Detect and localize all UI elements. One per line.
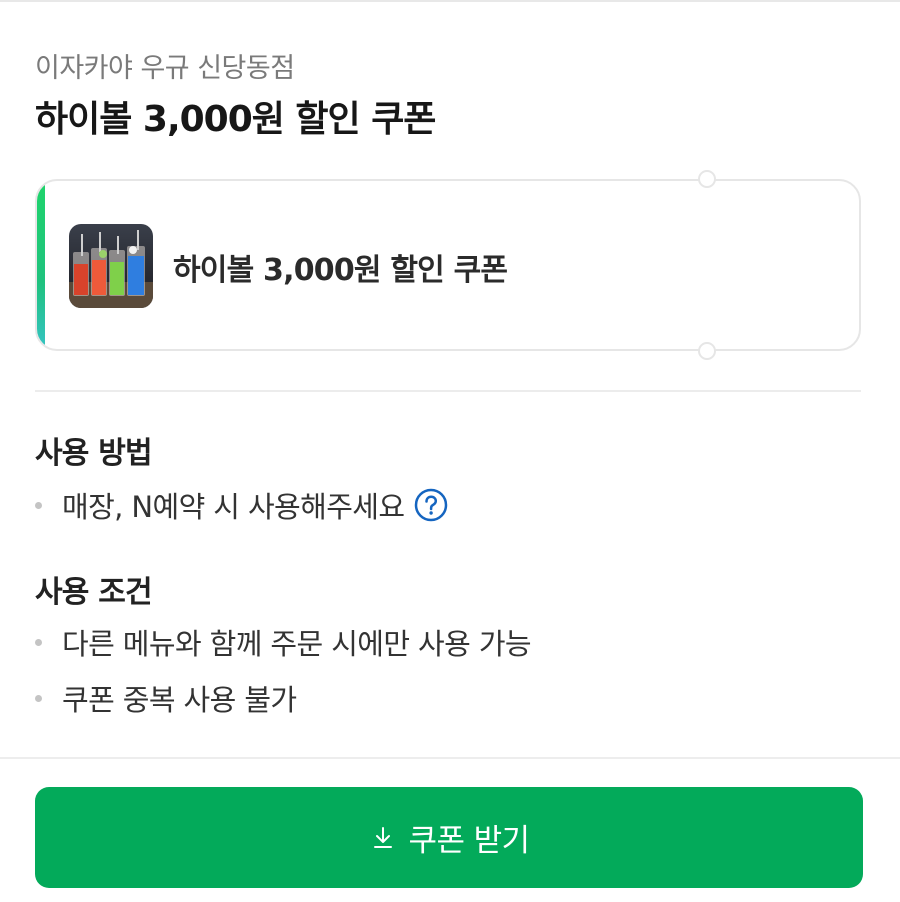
usage-condition-text: 쿠폰 중복 사용 불가 [62, 683, 297, 717]
usage-method-text: 매장, N예약 시 사용해주세요 [62, 490, 405, 524]
usage-method-item: 매장, N예약 시 사용해주세요 [35, 484, 448, 526]
usage-condition-text: 다른 메뉴와 함께 주문 시에만 사용 가능 [62, 627, 532, 661]
coupon-notch-top [698, 170, 716, 188]
usage-condition-item: 쿠폰 중복 사용 불가 [35, 677, 297, 719]
highball-drinks-photo-icon [69, 224, 153, 308]
coupon-notch-bottom [698, 342, 716, 360]
download-arrow-icon [369, 824, 397, 852]
question-circle-icon[interactable] [414, 488, 448, 522]
coupon-title: 하이볼 3,000원 할인 쿠폰 [35, 99, 436, 140]
coupon-thumbnail [69, 224, 153, 308]
bullet-dot [35, 501, 42, 509]
bullet-dot [35, 638, 42, 646]
coupon-card-label: 하이볼 3,000원 할인 쿠폰 [173, 253, 508, 288]
top-border [0, 0, 900, 2]
bullet-dot [35, 694, 42, 702]
usage-condition-item: 다른 메뉴와 함께 주문 시에만 사용 가능 [35, 621, 532, 663]
section-divider [35, 390, 861, 392]
download-coupon-button[interactable]: 쿠폰 받기 [35, 787, 863, 888]
usage-conditions-title: 사용 조건 [35, 575, 153, 610]
download-coupon-label: 쿠폰 받기 [408, 823, 531, 859]
store-name: 이자카야 우규 신당동점 [35, 53, 295, 84]
coupon-card[interactable]: 하이볼 3,000원 할인 쿠폰 [35, 179, 861, 351]
footer-divider [0, 757, 900, 759]
coupon-accent-bar [37, 181, 45, 349]
usage-method-title: 사용 방법 [35, 436, 153, 471]
